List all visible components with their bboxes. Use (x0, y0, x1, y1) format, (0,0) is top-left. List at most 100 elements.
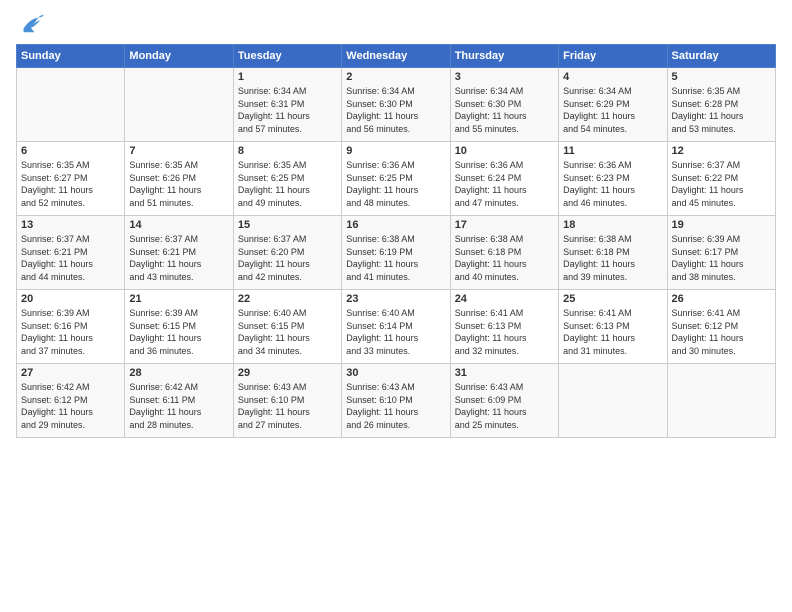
day-info: Sunrise: 6:35 AM Sunset: 6:28 PM Dayligh… (672, 85, 771, 135)
weekday-header-row: SundayMondayTuesdayWednesdayThursdayFrid… (17, 45, 776, 68)
day-number: 14 (129, 219, 228, 231)
day-number: 4 (563, 71, 662, 83)
calendar-week-row: 20 Sunrise: 6:39 AM Sunset: 6:16 PM Dayli… (17, 290, 776, 364)
day-number: 29 (238, 367, 337, 379)
weekday-header-thursday: Thursday (450, 45, 558, 68)
day-info: Sunrise: 6:37 AM Sunset: 6:21 PM Dayligh… (21, 233, 120, 283)
calendar-cell: 28 Sunrise: 6:42 AM Sunset: 6:11 PM Dayli… (125, 364, 233, 438)
calendar-cell: 22 Sunrise: 6:40 AM Sunset: 6:15 PM Dayli… (233, 290, 341, 364)
calendar-cell: 29 Sunrise: 6:43 AM Sunset: 6:10 PM Dayli… (233, 364, 341, 438)
day-number: 2 (346, 71, 445, 83)
day-number: 19 (672, 219, 771, 231)
logo-icon (16, 12, 44, 36)
day-info: Sunrise: 6:43 AM Sunset: 6:10 PM Dayligh… (238, 381, 337, 431)
calendar-cell: 23 Sunrise: 6:40 AM Sunset: 6:14 PM Dayli… (342, 290, 450, 364)
day-number: 24 (455, 293, 554, 305)
calendar-cell: 5 Sunrise: 6:35 AM Sunset: 6:28 PM Daylig… (667, 68, 775, 142)
day-number: 26 (672, 293, 771, 305)
weekday-header-friday: Friday (559, 45, 667, 68)
day-info: Sunrise: 6:42 AM Sunset: 6:11 PM Dayligh… (129, 381, 228, 431)
day-info: Sunrise: 6:40 AM Sunset: 6:15 PM Dayligh… (238, 307, 337, 357)
calendar-cell (667, 364, 775, 438)
day-info: Sunrise: 6:34 AM Sunset: 6:29 PM Dayligh… (563, 85, 662, 135)
day-number: 31 (455, 367, 554, 379)
calendar-cell: 3 Sunrise: 6:34 AM Sunset: 6:30 PM Daylig… (450, 68, 558, 142)
calendar-week-row: 6Sunrise: 6:35 AM Sunset: 6:27 PM Daylig… (17, 142, 776, 216)
calendar-cell: 8Sunrise: 6:35 AM Sunset: 6:25 PM Daylig… (233, 142, 341, 216)
day-info: Sunrise: 6:36 AM Sunset: 6:23 PM Dayligh… (563, 159, 662, 209)
calendar-cell: 19Sunrise: 6:39 AM Sunset: 6:17 PM Dayli… (667, 216, 775, 290)
day-number: 5 (672, 71, 771, 83)
day-number: 22 (238, 293, 337, 305)
day-number: 13 (21, 219, 120, 231)
calendar-cell: 16 Sunrise: 6:38 AM Sunset: 6:19 PM Dayli… (342, 216, 450, 290)
day-number: 18 (563, 219, 662, 231)
calendar-cell: 26 Sunrise: 6:41 AM Sunset: 6:12 PM Dayli… (667, 290, 775, 364)
day-number: 17 (455, 219, 554, 231)
day-info: Sunrise: 6:42 AM Sunset: 6:12 PM Dayligh… (21, 381, 120, 431)
calendar-cell: 17 Sunrise: 6:38 AM Sunset: 6:18 PM Dayli… (450, 216, 558, 290)
day-number: 28 (129, 367, 228, 379)
day-info: Sunrise: 6:41 AM Sunset: 6:12 PM Dayligh… (672, 307, 771, 357)
day-number: 16 (346, 219, 445, 231)
day-number: 12 (672, 145, 771, 157)
calendar-cell: 4 Sunrise: 6:34 AM Sunset: 6:29 PM Daylig… (559, 68, 667, 142)
day-info: Sunrise: 6:38 AM Sunset: 6:18 PM Dayligh… (455, 233, 554, 283)
calendar-cell: 24 Sunrise: 6:41 AM Sunset: 6:13 PM Dayli… (450, 290, 558, 364)
day-info: Sunrise: 6:39 AM Sunset: 6:15 PM Dayligh… (129, 307, 228, 357)
weekday-header-sunday: Sunday (17, 45, 125, 68)
day-info: Sunrise: 6:34 AM Sunset: 6:30 PM Dayligh… (346, 85, 445, 135)
calendar-week-row: 27Sunrise: 6:42 AM Sunset: 6:12 PM Dayli… (17, 364, 776, 438)
day-info: Sunrise: 6:43 AM Sunset: 6:09 PM Dayligh… (455, 381, 554, 431)
day-info: Sunrise: 6:37 AM Sunset: 6:21 PM Dayligh… (129, 233, 228, 283)
main-container: SundayMondayTuesdayWednesdayThursdayFrid… (0, 0, 792, 446)
calendar-cell: 7 Sunrise: 6:35 AM Sunset: 6:26 PM Daylig… (125, 142, 233, 216)
weekday-header-saturday: Saturday (667, 45, 775, 68)
day-number: 11 (563, 145, 662, 157)
day-info: Sunrise: 6:35 AM Sunset: 6:26 PM Dayligh… (129, 159, 228, 209)
day-number: 15 (238, 219, 337, 231)
calendar-cell: 15 Sunrise: 6:37 AM Sunset: 6:20 PM Dayli… (233, 216, 341, 290)
day-number: 3 (455, 71, 554, 83)
header (16, 12, 776, 36)
day-number: 9 (346, 145, 445, 157)
logo (16, 12, 46, 36)
calendar-cell: 9 Sunrise: 6:36 AM Sunset: 6:25 PM Daylig… (342, 142, 450, 216)
day-info: Sunrise: 6:39 AM Sunset: 6:16 PM Dayligh… (21, 307, 120, 357)
calendar-cell: 10Sunrise: 6:36 AM Sunset: 6:24 PM Dayli… (450, 142, 558, 216)
day-info: Sunrise: 6:41 AM Sunset: 6:13 PM Dayligh… (563, 307, 662, 357)
calendar-cell: 31 Sunrise: 6:43 AM Sunset: 6:09 PM Dayli… (450, 364, 558, 438)
calendar-cell: 14 Sunrise: 6:37 AM Sunset: 6:21 PM Dayli… (125, 216, 233, 290)
calendar-cell: 6Sunrise: 6:35 AM Sunset: 6:27 PM Daylig… (17, 142, 125, 216)
day-info: Sunrise: 6:35 AM Sunset: 6:27 PM Dayligh… (21, 159, 120, 209)
day-info: Sunrise: 6:41 AM Sunset: 6:13 PM Dayligh… (455, 307, 554, 357)
calendar-cell (125, 68, 233, 142)
day-info: Sunrise: 6:34 AM Sunset: 6:31 PM Dayligh… (238, 85, 337, 135)
day-number: 1 (238, 71, 337, 83)
weekday-header-wednesday: Wednesday (342, 45, 450, 68)
calendar-table: SundayMondayTuesdayWednesdayThursdayFrid… (16, 44, 776, 438)
day-number: 23 (346, 293, 445, 305)
calendar-cell: 13 Sunrise: 6:37 AM Sunset: 6:21 PM Dayli… (17, 216, 125, 290)
day-info: Sunrise: 6:37 AM Sunset: 6:20 PM Dayligh… (238, 233, 337, 283)
calendar-cell (559, 364, 667, 438)
day-number: 7 (129, 145, 228, 157)
day-info: Sunrise: 6:37 AM Sunset: 6:22 PM Dayligh… (672, 159, 771, 209)
day-info: Sunrise: 6:38 AM Sunset: 6:19 PM Dayligh… (346, 233, 445, 283)
calendar-cell: 20 Sunrise: 6:39 AM Sunset: 6:16 PM Dayli… (17, 290, 125, 364)
day-info: Sunrise: 6:43 AM Sunset: 6:10 PM Dayligh… (346, 381, 445, 431)
calendar-week-row: 13 Sunrise: 6:37 AM Sunset: 6:21 PM Dayli… (17, 216, 776, 290)
day-number: 25 (563, 293, 662, 305)
calendar-cell: 18Sunrise: 6:38 AM Sunset: 6:18 PM Dayli… (559, 216, 667, 290)
calendar-cell: 11 Sunrise: 6:36 AM Sunset: 6:23 PM Dayli… (559, 142, 667, 216)
day-info: Sunrise: 6:40 AM Sunset: 6:14 PM Dayligh… (346, 307, 445, 357)
calendar-cell: 27Sunrise: 6:42 AM Sunset: 6:12 PM Dayli… (17, 364, 125, 438)
day-info: Sunrise: 6:34 AM Sunset: 6:30 PM Dayligh… (455, 85, 554, 135)
calendar-cell: 25 Sunrise: 6:41 AM Sunset: 6:13 PM Dayli… (559, 290, 667, 364)
day-info: Sunrise: 6:36 AM Sunset: 6:25 PM Dayligh… (346, 159, 445, 209)
calendar-cell: 2 Sunrise: 6:34 AM Sunset: 6:30 PM Daylig… (342, 68, 450, 142)
day-info: Sunrise: 6:36 AM Sunset: 6:24 PM Dayligh… (455, 159, 554, 209)
day-number: 21 (129, 293, 228, 305)
day-number: 8 (238, 145, 337, 157)
day-number: 20 (21, 293, 120, 305)
